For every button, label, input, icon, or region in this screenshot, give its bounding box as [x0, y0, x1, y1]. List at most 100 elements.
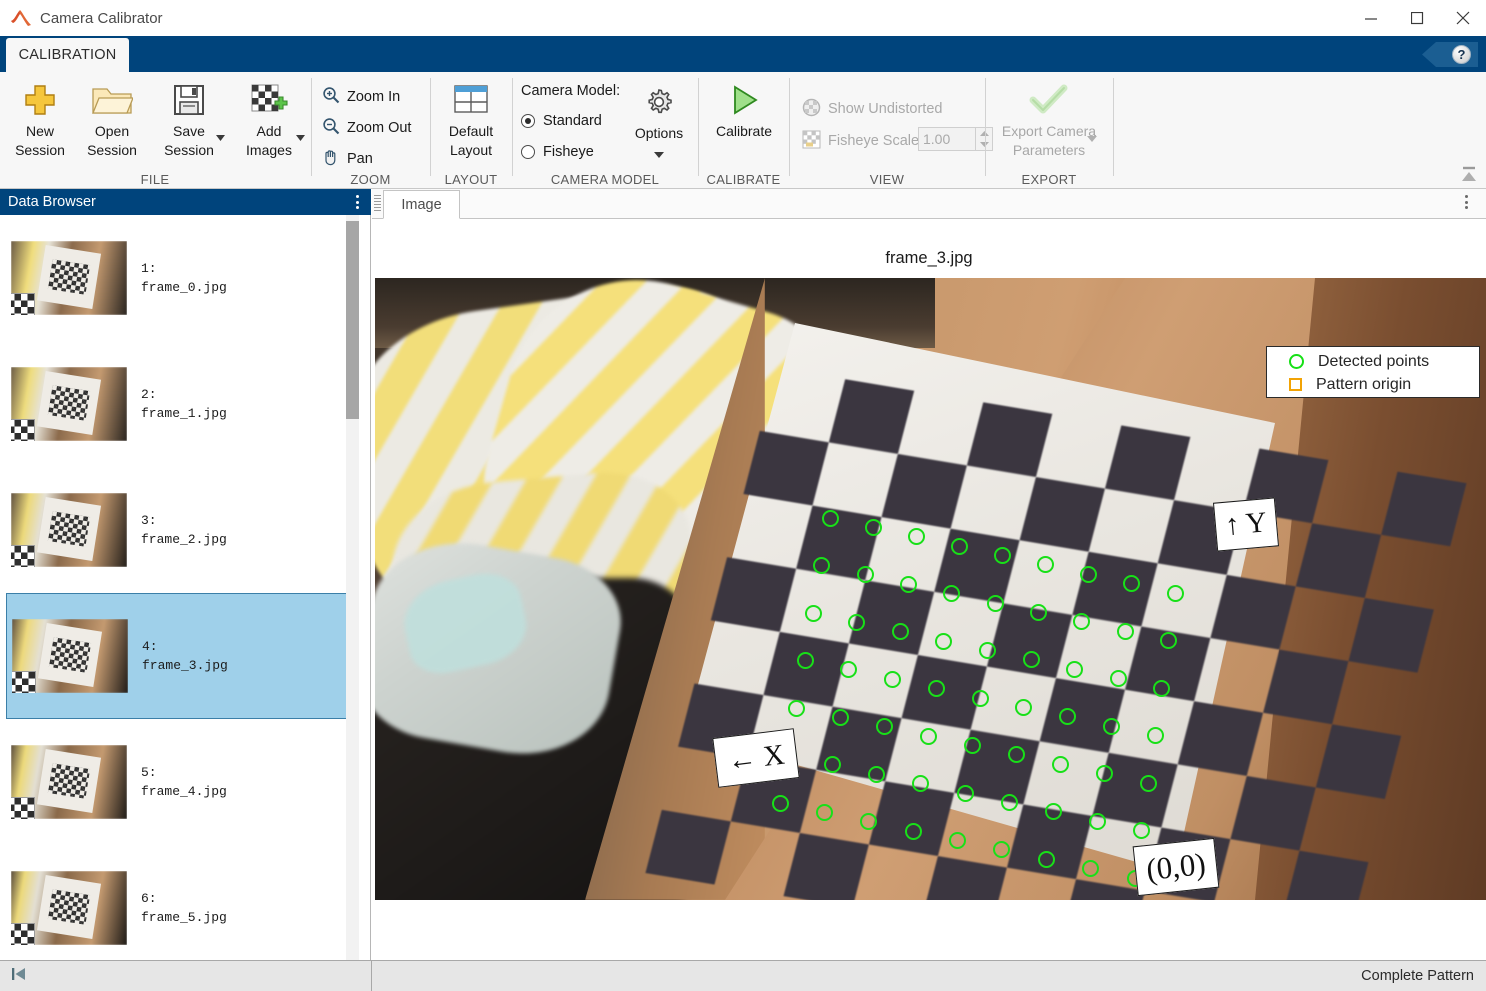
thumbnail-paper — [37, 622, 103, 688]
thumbnail-checkerboard — [47, 259, 91, 295]
new-session-label: New Session — [15, 123, 65, 158]
options-button[interactable]: Options — [625, 80, 693, 172]
sidebar-scrollbar-track[interactable] — [346, 215, 359, 960]
detected-point-marker — [771, 794, 789, 812]
detected-point-marker — [1159, 632, 1177, 649]
add-images-dropdown-icon[interactable] — [296, 128, 306, 147]
detected-point-marker — [832, 708, 850, 726]
fisheye-scale-icon — [802, 130, 821, 153]
list-item[interactable]: 1: frame_0.jpg — [6, 215, 355, 341]
legend-detected-points-label: Detected points — [1318, 352, 1430, 370]
undistort-icon — [802, 98, 821, 121]
kebab-menu-icon[interactable] — [356, 195, 359, 209]
new-session-button[interactable]: New Session — [4, 78, 76, 170]
detected-point-marker — [1015, 698, 1033, 716]
list-item[interactable]: 5: frame_4.jpg — [6, 719, 355, 845]
thumbnail-paper — [36, 496, 102, 562]
sidebar-scrollbar-thumb[interactable] — [346, 221, 359, 419]
close-button[interactable] — [1440, 0, 1486, 36]
ribbon-group-zoom: Zoom In Zoom Out Pan ZOOM — [312, 72, 429, 189]
detected-point-marker — [964, 737, 981, 754]
export-dropdown-icon[interactable] — [1087, 129, 1098, 148]
maximize-button[interactable] — [1394, 0, 1440, 36]
minimize-button[interactable] — [1348, 0, 1394, 36]
open-session-button[interactable]: Open Session — [76, 78, 148, 170]
image-list: 1: frame_0.jpg 2: frame_1.jpg 3: frame_2.j… — [0, 215, 355, 960]
calibrate-group-label: CALIBRATE — [706, 172, 781, 187]
calibration-image[interactable]: ← X ↑ Y (0,0) Detected points Pattern or… — [375, 278, 1486, 900]
fisheye-scale-row[interactable]: Fisheye Scale — [798, 128, 923, 154]
thumbnail — [11, 241, 127, 315]
checkerboard-detected-badge — [12, 671, 36, 693]
zoom-out-button[interactable]: Zoom Out — [318, 115, 415, 141]
add-images-button[interactable]: Add Images — [230, 78, 308, 170]
thumbnail — [11, 367, 127, 441]
origin-annotation: (0,0) — [1132, 837, 1220, 897]
tab-calibration[interactable]: CALIBRATION — [6, 38, 129, 72]
calibrate-button[interactable]: Calibrate — [707, 78, 781, 170]
detected-point-marker — [912, 775, 930, 793]
detected-point-marker — [884, 670, 901, 688]
detected-point-marker — [904, 822, 922, 840]
save-session-button[interactable]: Save Session — [150, 78, 228, 170]
list-item[interactable]: 4: frame_3.jpg — [6, 593, 355, 719]
calibrate-label: Calibrate — [715, 123, 773, 139]
status-text: Complete Pattern — [1361, 968, 1474, 984]
detected-point-marker — [1139, 774, 1157, 792]
detected-point-marker — [956, 784, 974, 802]
camera-model-fisheye-radio[interactable]: Fisheye — [521, 144, 594, 160]
pan-button[interactable]: Pan — [318, 146, 377, 172]
status-divider — [371, 961, 372, 991]
radio-selected-icon — [521, 114, 535, 128]
detected-point-marker — [1037, 850, 1055, 868]
ribbon-group-calibrate: Calibrate CALIBRATE — [699, 72, 788, 189]
radio-unselected-icon — [521, 145, 535, 159]
options-dropdown-icon[interactable] — [653, 145, 665, 164]
fisheye-scale-label: Fisheye Scale — [828, 133, 920, 149]
panel-grip-icon[interactable] — [374, 195, 381, 211]
detected-point-marker — [864, 518, 882, 536]
detected-point-marker — [1166, 584, 1184, 602]
default-layout-button[interactable]: Default Layout — [435, 78, 507, 170]
thumbnail-paper — [36, 370, 102, 436]
detected-point-marker — [1080, 565, 1098, 583]
help-button[interactable]: ? — [1422, 42, 1478, 67]
zoom-in-label: Zoom In — [347, 89, 401, 105]
detected-point-marker — [971, 689, 989, 707]
zoom-out-label: Zoom Out — [347, 120, 412, 136]
thumbnail — [11, 745, 127, 819]
x-axis-annotation: ← X — [712, 728, 800, 788]
detected-point-marker — [813, 557, 831, 574]
detected-point-marker — [868, 765, 886, 783]
detected-point-marker — [994, 547, 1011, 564]
list-item[interactable]: 2: frame_1.jpg — [6, 341, 355, 467]
list-item[interactable]: 3: frame_2.jpg — [6, 467, 355, 593]
fisheye-scale-input[interactable]: 1.00 — [918, 127, 976, 151]
detected-point-marker — [1116, 622, 1134, 640]
show-undistorted-label: Show Undistorted — [828, 101, 943, 117]
tab-image[interactable]: Image — [383, 190, 460, 219]
image-title: frame_3.jpg — [885, 249, 973, 267]
go-to-start-icon[interactable] — [9, 965, 29, 988]
export-camera-parameters-button[interactable]: Export Camera Parameters — [988, 78, 1110, 170]
detected-point-marker — [1000, 793, 1018, 811]
show-undistorted-button[interactable]: Show Undistorted — [798, 96, 946, 122]
detected-point-marker — [920, 727, 938, 745]
save-session-dropdown-icon[interactable] — [216, 128, 226, 147]
image-panel-kebab-menu-icon[interactable] — [1465, 195, 1468, 209]
thumbnail-paper — [36, 244, 102, 310]
zoom-in-button[interactable]: Zoom In — [318, 84, 404, 110]
detected-point-marker — [1029, 603, 1047, 621]
add-images-label: Add Images — [246, 123, 292, 158]
camera-model-standard-radio[interactable]: Standard — [521, 113, 602, 129]
pattern-origin-icon — [1289, 378, 1302, 391]
thumbnail-checkerboard — [47, 511, 91, 547]
layout-grid-icon — [453, 78, 489, 122]
play-triangle-icon — [727, 78, 761, 122]
detected-point-marker — [860, 813, 878, 831]
detected-point-marker — [1007, 746, 1025, 764]
detected-point-marker — [821, 509, 839, 527]
list-item[interactable]: 6: frame_5.jpg — [6, 845, 355, 960]
collapse-ribbon-icon[interactable] — [1460, 164, 1478, 184]
detected-point-marker — [907, 528, 925, 546]
